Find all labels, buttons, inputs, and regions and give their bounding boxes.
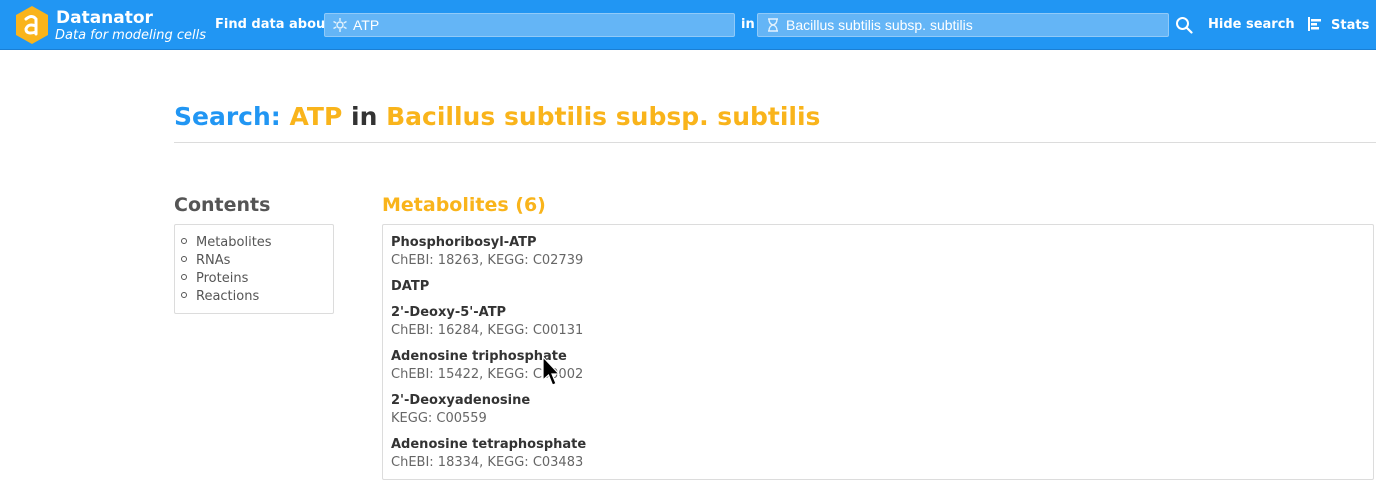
contents-nav: Metabolites RNAs Proteins Reactions [174,224,334,314]
metabolite-ids: ChEBI: 15422, KEGG: C00002 [391,367,584,382]
list-item: 2'-Deoxyadenosine KEGG: C00559 [391,392,1365,428]
contents-item-label: Metabolites [196,235,272,250]
contents-item-label: Proteins [196,271,249,286]
contents-item-rnas[interactable]: RNAs [181,252,333,270]
circle-bullet-icon [181,274,187,280]
organism-input[interactable] [786,14,1162,36]
title-query: ATP [289,102,343,131]
hide-search-button[interactable]: Hide search [1208,17,1295,32]
stats-button[interactable]: Stats [1307,16,1369,33]
brand-name[interactable]: Datanator [56,8,153,28]
metabolite-ids: ChEBI: 16284, KEGG: C00131 [391,323,584,338]
circle-bullet-icon [181,292,187,298]
title-organism: Bacillus subtilis subsp. subtilis [386,102,821,131]
contents-heading: Contents [174,194,271,216]
circle-bullet-icon [181,256,187,262]
metabolites-list: Phosphoribosyl-ATP ChEBI: 18263, KEGG: C… [382,224,1374,480]
contents-item-label: RNAs [196,253,231,268]
top-navbar: Datanator Data for modeling cells Find d… [0,0,1376,50]
metabolite-ids: KEGG: C00559 [391,411,487,426]
metabolite-ids: ChEBI: 18263, KEGG: C02739 [391,253,584,268]
page-title: Search: ATP in Bacillus subtilis subsp. … [174,101,820,133]
title-connector: in [351,102,378,131]
list-item: Adenosine tetraphosphate ChEBI: 18334, K… [391,436,1365,472]
stats-label: Stats [1331,18,1370,33]
metabolite-name-link[interactable]: 2'-Deoxyadenosine [391,392,1365,410]
metabolite-name-link[interactable]: Adenosine tetraphosphate [391,436,1365,454]
list-item: Phosphoribosyl-ATP ChEBI: 18263, KEGG: C… [391,234,1365,270]
list-item: DATP [391,278,1365,296]
metabolite-name-link[interactable]: Phosphoribosyl-ATP [391,234,1365,252]
hourglass-dna-icon [768,18,778,32]
contents-item-proteins[interactable]: Proteins [181,270,333,288]
molecule-gear-icon [333,18,347,32]
brand-tagline: Data for modeling cells [55,28,207,43]
circle-bullet-icon [181,238,187,244]
metabolites-heading: Metabolites (6) [382,194,546,216]
organism-search-box[interactable] [757,13,1169,37]
datanator-logo-icon[interactable] [14,5,50,45]
metabolite-name-link[interactable]: Adenosine triphosphate [391,348,1365,366]
metabolite-name-link[interactable]: 2'-Deoxy-5'-ATP [391,304,1365,322]
in-label: in [741,17,755,32]
query-search-box[interactable] [324,13,735,37]
list-item: Adenosine triphosphate ChEBI: 15422, KEG… [391,348,1365,384]
contents-item-reactions[interactable]: Reactions [181,288,333,306]
title-prefix: Search: [174,102,281,131]
query-input[interactable] [353,14,728,36]
metabolite-name-link[interactable]: DATP [391,278,1365,296]
bar-chart-icon [1308,17,1321,31]
list-item: 2'-Deoxy-5'-ATP ChEBI: 16284, KEGG: C001… [391,304,1365,340]
contents-item-metabolites[interactable]: Metabolites [181,234,333,252]
metabolite-ids: ChEBI: 18334, KEGG: C03483 [391,455,584,470]
search-icon[interactable] [1175,16,1193,34]
mouse-pointer-icon [542,356,561,386]
title-divider [174,142,1376,143]
contents-item-label: Reactions [196,289,260,304]
find-data-label: Find data about [215,17,332,32]
